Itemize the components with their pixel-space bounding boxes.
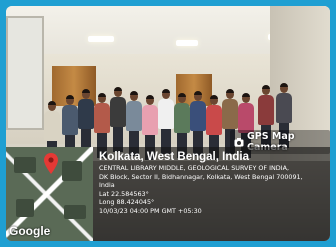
map-thumbnail[interactable]: Google: [6, 147, 93, 241]
longitude: Long 88.424045°: [99, 198, 155, 207]
photo-frame: GPS Map Camera Google Kolkata, West Beng…: [6, 6, 330, 241]
ceiling-light: [88, 36, 114, 42]
left-window: [6, 16, 44, 130]
address-line: DK Block, Sector II, Bidhannagar, Kolkat…: [99, 172, 303, 181]
ceiling-light: [176, 40, 198, 46]
map-block: [16, 199, 34, 217]
person: [110, 87, 126, 152]
map-block: [64, 205, 86, 219]
timestamp: 10/03/23 04:00 PM GMT +05:30: [99, 206, 202, 215]
latitude: Lat 22.584563°: [99, 189, 149, 198]
map-block: [14, 157, 36, 173]
address-line: India: [99, 181, 115, 190]
map-pin-icon: [44, 153, 58, 179]
location-title: Kolkata, West Bengal, India: [99, 151, 249, 163]
address-block: CENTRAL LIBRARY MIDDLE, GEOLOGICAL SURVE…: [99, 164, 324, 216]
map-block: [62, 161, 82, 181]
person: [158, 89, 174, 154]
person: [78, 89, 94, 154]
google-logo: Google: [9, 224, 51, 238]
gps-camera-icon: [234, 137, 244, 147]
address-line: CENTRAL LIBRARY MIDDLE, GEOLOGICAL SURVE…: [99, 164, 290, 172]
location-info-panel: Kolkata, West Bengal, India CENTRAL LIBR…: [93, 147, 330, 241]
